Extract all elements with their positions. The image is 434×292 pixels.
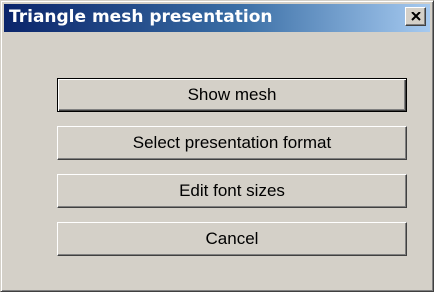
window-title: Triangle mesh presentation	[9, 7, 273, 27]
cancel-button[interactable]: Cancel	[57, 222, 407, 256]
dialog-window: Triangle mesh presentation Show mesh Sel…	[0, 0, 434, 292]
edit-font-sizes-button[interactable]: Edit font sizes	[57, 174, 407, 208]
show-mesh-button[interactable]: Show mesh	[57, 78, 407, 112]
close-button[interactable]	[405, 7, 426, 26]
select-presentation-format-button[interactable]: Select presentation format	[57, 126, 407, 160]
title-bar[interactable]: Triangle mesh presentation	[4, 4, 430, 32]
close-icon	[411, 12, 421, 21]
